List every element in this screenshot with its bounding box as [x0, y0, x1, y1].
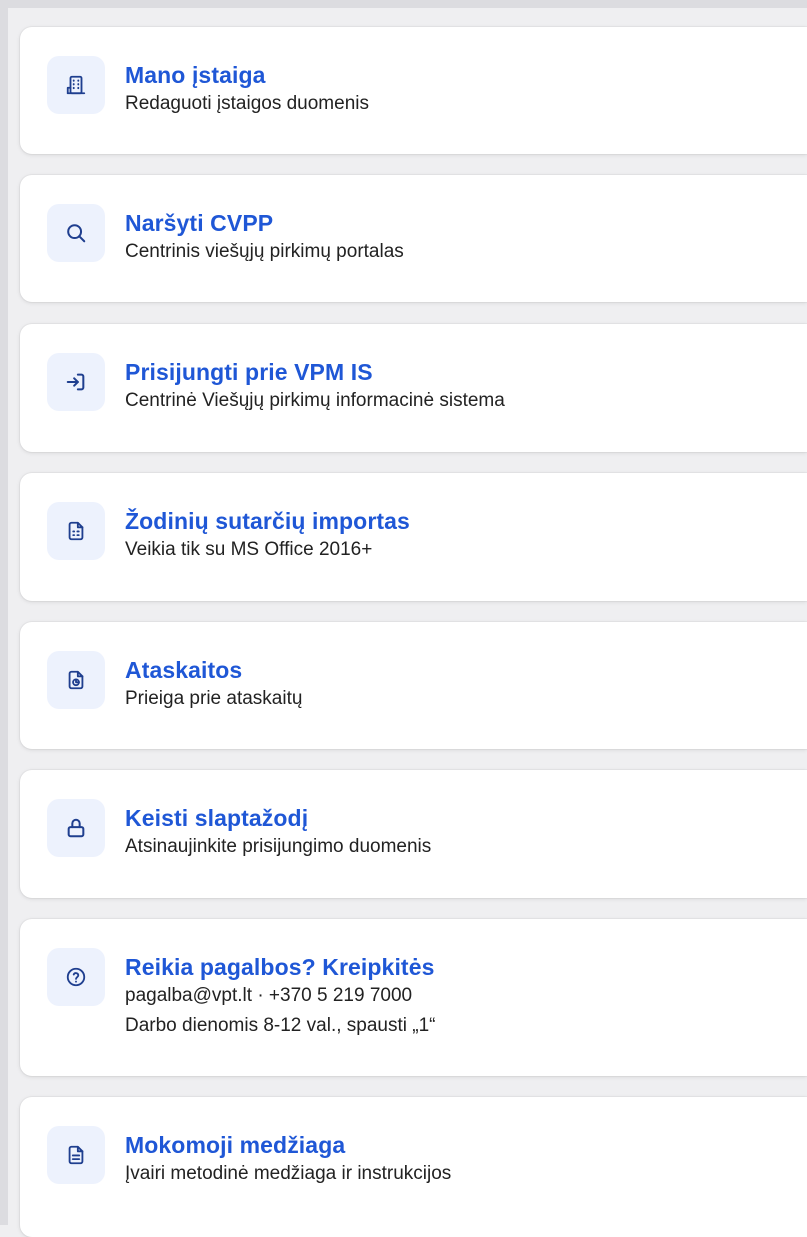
menu-item-description: Centrinis viešųjų pirkimų portalas	[125, 241, 404, 262]
menu-item-title: Keisti slaptažodį	[125, 805, 309, 831]
menu-item-description: Prieiga prie ataskaitų	[125, 688, 303, 709]
menu-item-title: Mano įstaiga	[125, 62, 266, 88]
menu-item-title: Žodinių sutarčių importas	[125, 508, 410, 534]
help-icon	[47, 948, 105, 1006]
menu-item-description: Redaguoti įstaigos duomenis	[125, 93, 369, 114]
menu-item-zodiniu-sutarciu-importas[interactable]: Žodinių sutarčių importas Veikia tik su …	[20, 473, 807, 601]
menu-item-title: Ataskaitos	[125, 657, 243, 683]
report-icon	[47, 651, 105, 709]
menu-item-description: Centrinė Viešųjų pirkimų informacinė sis…	[125, 390, 505, 411]
search-icon	[47, 204, 105, 262]
menu-item-prisijungti-vpm-is[interactable]: Prisijungti prie VPM IS Centrinė Viešųjų…	[20, 324, 807, 452]
menu-item-narsyti-cvpp[interactable]: Naršyti CVPP Centrinis viešųjų pirkimų p…	[20, 175, 807, 302]
building-icon	[47, 56, 105, 114]
menu-item-title: Mokomoji medžiaga	[125, 1132, 346, 1158]
hours-line: Darbo dienomis 8-12 val., spausti „1“	[125, 1015, 436, 1036]
menu-item-description: Veikia tik su MS Office 2016+	[125, 539, 373, 560]
lock-icon	[47, 799, 105, 857]
menu-item-description: Įvairi metodinė medžiaga ir instrukcijos	[125, 1163, 452, 1184]
menu-item-title: Reikia pagalbos? Kreipkitės	[125, 954, 435, 980]
menu-item-description: Atsinaujinkite prisijungimo duomenis	[125, 836, 432, 857]
document-icon	[47, 1126, 105, 1184]
contact-line: pagalba@vpt.lt · +370 5 219 7000	[125, 985, 413, 1006]
login-icon	[47, 353, 105, 411]
menu-item-pagalba[interactable]: Reikia pagalbos? Kreipkitės pagalba@vpt.…	[20, 919, 807, 1076]
menu-item-mokomoji-medziaga[interactable]: Mokomoji medžiaga Įvairi metodinė medžia…	[20, 1097, 807, 1237]
menu-item-keisti-slaptazodi[interactable]: Keisti slaptažodį Atsinaujinkite prisiju…	[20, 770, 807, 898]
menu-item-title: Naršyti CVPP	[125, 210, 274, 236]
menu-item-title: Prisijungti prie VPM IS	[125, 359, 373, 385]
menu-item-ataskaitos[interactable]: Ataskaitos Prieiga prie ataskaitų	[20, 622, 807, 749]
menu-item-mano-istaiga[interactable]: Mano įstaiga Redaguoti įstaigos duomenis	[20, 27, 807, 154]
spreadsheet-icon	[47, 502, 105, 560]
